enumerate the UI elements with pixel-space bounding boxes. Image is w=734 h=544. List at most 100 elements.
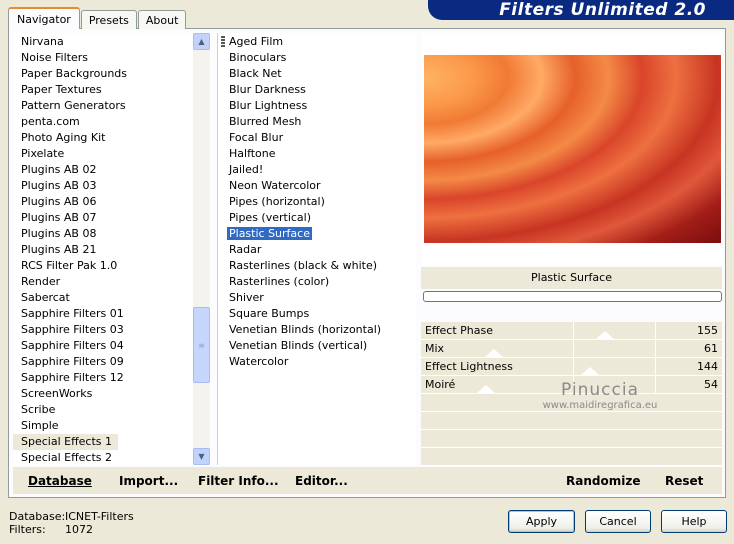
- database-link[interactable]: Database: [28, 474, 92, 488]
- filter-item[interactable]: Rasterlines (black & white): [218, 258, 416, 274]
- param-label: Effect Phase: [425, 324, 493, 337]
- category-item[interactable]: Plugins AB 08: [13, 226, 211, 242]
- tab-bar: Navigator Presets About: [8, 7, 187, 29]
- category-item[interactable]: Plugins AB 06: [13, 194, 211, 210]
- category-item[interactable]: Sapphire Filters 01: [13, 306, 211, 322]
- category-item[interactable]: Plugins AB 07: [13, 210, 211, 226]
- category-scrollbar[interactable]: ▲ ≡ ▼: [193, 33, 210, 465]
- database-label: Database:: [9, 510, 66, 523]
- category-item[interactable]: Photo Aging Kit: [13, 130, 211, 146]
- filter-item[interactable]: Watercolor: [218, 354, 416, 370]
- param-effect-lightness[interactable]: Effect Lightness 144: [421, 358, 722, 376]
- tab-presets[interactable]: Presets: [80, 10, 137, 29]
- filter-item[interactable]: Square Bumps: [218, 306, 416, 322]
- category-item[interactable]: Plugins AB 02: [13, 162, 211, 178]
- filter-item[interactable]: Plastic Surface: [218, 226, 416, 242]
- chevron-down-icon[interactable]: ▼: [193, 448, 210, 465]
- randomize-link[interactable]: Randomize: [566, 474, 640, 488]
- filter-item[interactable]: Venetian Blinds (vertical): [218, 338, 416, 354]
- filter-item[interactable]: Blurred Mesh: [218, 114, 416, 130]
- filter-item[interactable]: Pipes (horizontal): [218, 194, 416, 210]
- filter-item[interactable]: Radar: [218, 242, 416, 258]
- filter-item[interactable]: Black Net: [218, 66, 416, 82]
- filter-item-label: Blur Darkness: [229, 83, 306, 96]
- filter-item-label: Neon Watercolor: [229, 179, 321, 192]
- grip-icon: [221, 36, 225, 48]
- tab-navigator[interactable]: Navigator: [8, 7, 80, 29]
- filter-item[interactable]: Blur Darkness: [218, 82, 416, 98]
- category-item[interactable]: Sapphire Filters 03: [13, 322, 211, 338]
- category-item[interactable]: Special Effects 1: [13, 434, 119, 450]
- filter-item[interactable]: Jailed!: [218, 162, 416, 178]
- filter-info-link[interactable]: Filter Info...: [198, 474, 279, 488]
- category-item[interactable]: ScreenWorks: [13, 386, 211, 402]
- param-effect-phase[interactable]: Effect Phase 155: [421, 322, 722, 340]
- category-item[interactable]: Simple: [13, 418, 211, 434]
- filter-item-label: Square Bumps: [229, 307, 310, 320]
- category-item[interactable]: Sapphire Filters 04: [13, 338, 211, 354]
- param-value: 54: [704, 378, 718, 391]
- category-item[interactable]: Nirvana: [13, 34, 211, 50]
- category-item[interactable]: Sabercat: [13, 290, 211, 306]
- watermark-url: www.maidiregrafica.eu: [542, 400, 658, 411]
- filter-item-label: Rasterlines (black & white): [229, 259, 378, 272]
- category-item[interactable]: Pattern Generators: [13, 98, 211, 114]
- help-button[interactable]: Help: [661, 510, 727, 533]
- category-item[interactable]: Plugins AB 03: [13, 178, 211, 194]
- app-banner: Filters Unlimited 2.0: [428, 0, 734, 20]
- filter-item[interactable]: Venetian Blinds (horizontal): [218, 322, 416, 338]
- app-title: Filters Unlimited 2.0: [499, 0, 706, 20]
- param-label: Effect Lightness: [425, 360, 513, 373]
- category-item[interactable]: Scribe: [13, 402, 211, 418]
- filter-item-label: Black Net: [229, 67, 282, 80]
- chevron-up-icon[interactable]: ▲: [193, 33, 210, 50]
- category-item[interactable]: Sapphire Filters 09: [13, 354, 211, 370]
- filter-item[interactable]: Halftone: [218, 146, 416, 162]
- slider-thumb[interactable]: [485, 349, 503, 357]
- category-item[interactable]: Paper Backgrounds: [13, 66, 211, 82]
- category-item[interactable]: Plugins AB 21: [13, 242, 211, 258]
- category-list[interactable]: Nirvana Noise Filters Paper Backgrounds Pap…: [13, 33, 211, 465]
- reset-link[interactable]: Reset: [665, 474, 703, 488]
- filter-item-label: Jailed!: [229, 163, 264, 176]
- category-item[interactable]: Pixelate: [13, 146, 211, 162]
- filter-item-label: Binoculars: [229, 51, 287, 64]
- slider-thumb[interactable]: [477, 385, 495, 393]
- filter-item[interactable]: Rasterlines (color): [218, 274, 416, 290]
- category-item[interactable]: Sapphire Filters 12: [13, 370, 211, 386]
- database-value: ICNET-Filters: [65, 510, 134, 523]
- editor-link[interactable]: Editor...: [295, 474, 348, 488]
- category-item[interactable]: Noise Filters: [13, 50, 211, 66]
- category-item[interactable]: Render: [13, 274, 211, 290]
- filter-item-label: Venetian Blinds (vertical): [229, 339, 368, 352]
- scroll-thumb[interactable]: ≡: [193, 307, 210, 383]
- filter-item[interactable]: Binoculars: [218, 50, 416, 66]
- category-item[interactable]: RCS Filter Pak 1.0: [13, 258, 211, 274]
- filter-item-label: Plastic Surface: [227, 227, 312, 240]
- slider-thumb[interactable]: [581, 367, 599, 375]
- filter-item[interactable]: Pipes (vertical): [218, 210, 416, 226]
- category-item[interactable]: Paper Textures: [13, 82, 211, 98]
- tab-about[interactable]: About: [137, 10, 187, 29]
- filter-item[interactable]: Aged Film: [218, 34, 416, 50]
- slider-thumb[interactable]: [596, 331, 614, 339]
- filter-item[interactable]: Blur Lightness: [218, 98, 416, 114]
- apply-button[interactable]: Apply: [508, 510, 575, 533]
- filter-item-label: Shiver: [229, 291, 264, 304]
- category-item[interactable]: penta.com: [13, 114, 211, 130]
- filter-list[interactable]: Aged Film Binoculars Black Net Blur Darknes…: [217, 33, 416, 465]
- cancel-button[interactable]: Cancel: [585, 510, 651, 533]
- filter-name-label: Plastic Surface: [421, 267, 722, 289]
- filters-count: 1072: [65, 523, 93, 536]
- param-value: 144: [697, 360, 718, 373]
- filter-item[interactable]: Focal Blur: [218, 130, 416, 146]
- category-item[interactable]: Special Effects 2: [13, 450, 211, 465]
- status-area: Database: ICNET-Filters Filters: 1072: [9, 510, 134, 536]
- filter-item-label: Pipes (vertical): [229, 211, 312, 224]
- import-link[interactable]: Import...: [119, 474, 178, 488]
- filter-item[interactable]: Shiver: [218, 290, 416, 306]
- preview-image: [424, 55, 721, 243]
- filter-item[interactable]: Neon Watercolor: [218, 178, 416, 194]
- param-mix[interactable]: Mix 61: [421, 340, 722, 358]
- filter-item-label: Focal Blur: [229, 131, 284, 144]
